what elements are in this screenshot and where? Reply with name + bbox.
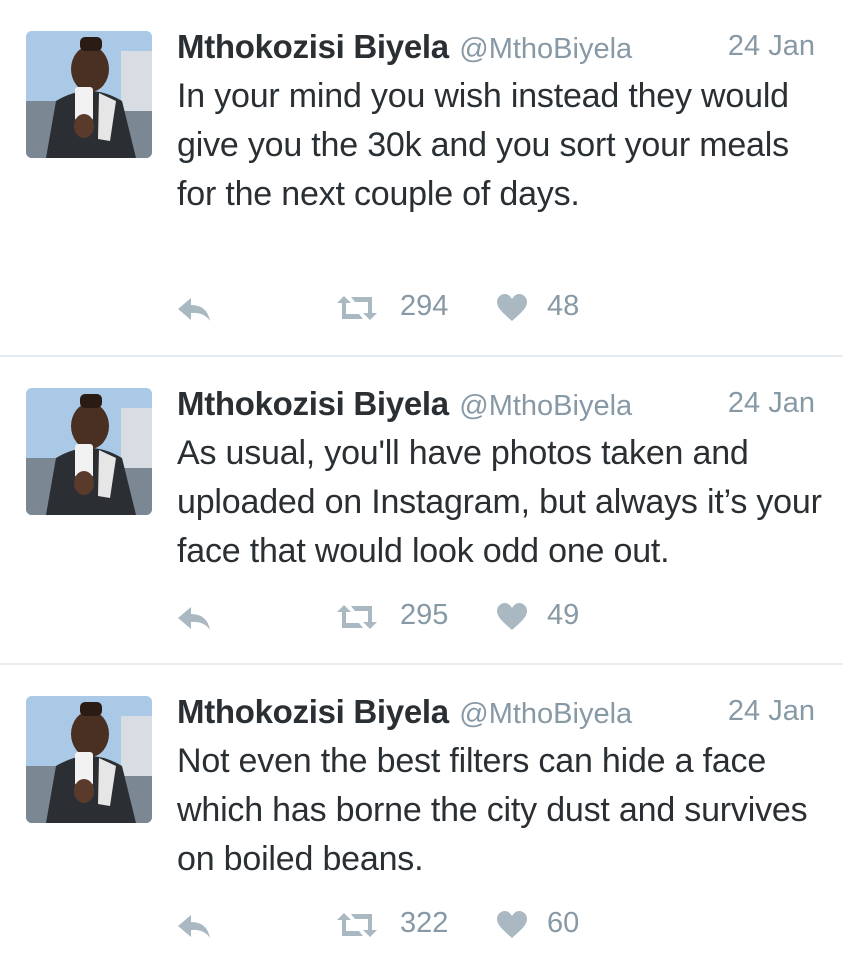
tweet[interactable]: Mthokozisi Biyela @MthoBiyela 24 Jan As … — [0, 357, 843, 664]
avatar-photo — [26, 388, 152, 515]
heart-icon[interactable] — [497, 911, 527, 939]
avatar[interactable] — [26, 31, 152, 158]
heart-icon[interactable] — [497, 294, 527, 322]
author-name[interactable]: Mthokozisi Biyela — [177, 693, 449, 730]
reply-icon[interactable] — [177, 296, 211, 322]
retweet-count: 294 — [400, 290, 449, 322]
like-count: 60 — [547, 907, 580, 939]
tweet-text: In your mind you wish instead they would… — [177, 77, 789, 213]
tweet-date[interactable]: 24 Jan — [728, 695, 815, 728]
author-handle[interactable]: @MthoBiyela — [459, 390, 632, 422]
tweet[interactable]: Mthokozisi Biyela @MthoBiyela 24 Jan In … — [0, 0, 843, 356]
retweet-icon[interactable] — [335, 603, 379, 631]
author-handle[interactable]: @MthoBiyela — [459, 33, 632, 65]
reply-icon[interactable] — [177, 913, 211, 939]
tweet-feed: Mthokozisi Biyela @MthoBiyela 24 Jan In … — [0, 0, 843, 960]
tweet-date[interactable]: 24 Jan — [728, 387, 815, 420]
reply-icon[interactable] — [177, 605, 211, 631]
avatar[interactable] — [26, 388, 152, 515]
tweet-header: Mthokozisi Biyela @MthoBiyela 24 Jan — [177, 385, 827, 425]
tweet-actions: 322 60 — [177, 905, 817, 945]
retweet-count: 322 — [400, 907, 449, 939]
tweet-actions: 294 48 — [177, 288, 817, 328]
avatar-photo — [26, 696, 152, 823]
tweet-text: Not even the best filters can hide a fac… — [177, 742, 808, 878]
heart-icon[interactable] — [497, 603, 527, 631]
tweet-header: Mthokozisi Biyela @MthoBiyela 24 Jan — [177, 693, 827, 733]
tweet-header: Mthokozisi Biyela @MthoBiyela 24 Jan — [177, 28, 827, 68]
tweet-text: As usual, you'll have photos taken and u… — [177, 434, 822, 570]
tweet-date[interactable]: 24 Jan — [728, 30, 815, 63]
tweet[interactable]: Mthokozisi Biyela @MthoBiyela 24 Jan Not… — [0, 665, 843, 960]
author-name[interactable]: Mthokozisi Biyela — [177, 385, 449, 422]
avatar[interactable] — [26, 696, 152, 823]
like-count: 48 — [547, 290, 580, 322]
tweet-actions: 295 49 — [177, 597, 817, 637]
author-handle[interactable]: @MthoBiyela — [459, 698, 632, 730]
like-count: 49 — [547, 599, 580, 631]
retweet-count: 295 — [400, 599, 449, 631]
author-name[interactable]: Mthokozisi Biyela — [177, 28, 449, 65]
retweet-icon[interactable] — [335, 294, 379, 322]
retweet-icon[interactable] — [335, 911, 379, 939]
avatar-photo — [26, 31, 152, 158]
